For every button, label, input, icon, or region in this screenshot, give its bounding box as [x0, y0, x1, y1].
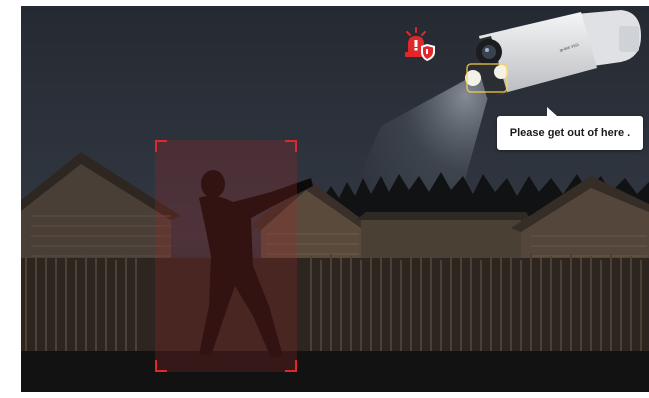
night-surveillance-scene: tp-link VIGI Please get out of here .	[21, 6, 649, 392]
speech-bubble: Please get out of here .	[497, 107, 643, 150]
ground	[21, 351, 649, 392]
detection-corner	[285, 360, 297, 372]
speech-bubble-text: Please get out of here .	[509, 127, 631, 139]
long-hut-roof	[356, 212, 531, 220]
intrusion-detection-box	[155, 140, 297, 372]
siren-with-shield-icon	[402, 26, 438, 62]
detection-corner	[285, 140, 297, 152]
detection-corner	[155, 360, 167, 372]
scene-illustration	[21, 6, 649, 392]
detection-corner	[155, 140, 167, 152]
